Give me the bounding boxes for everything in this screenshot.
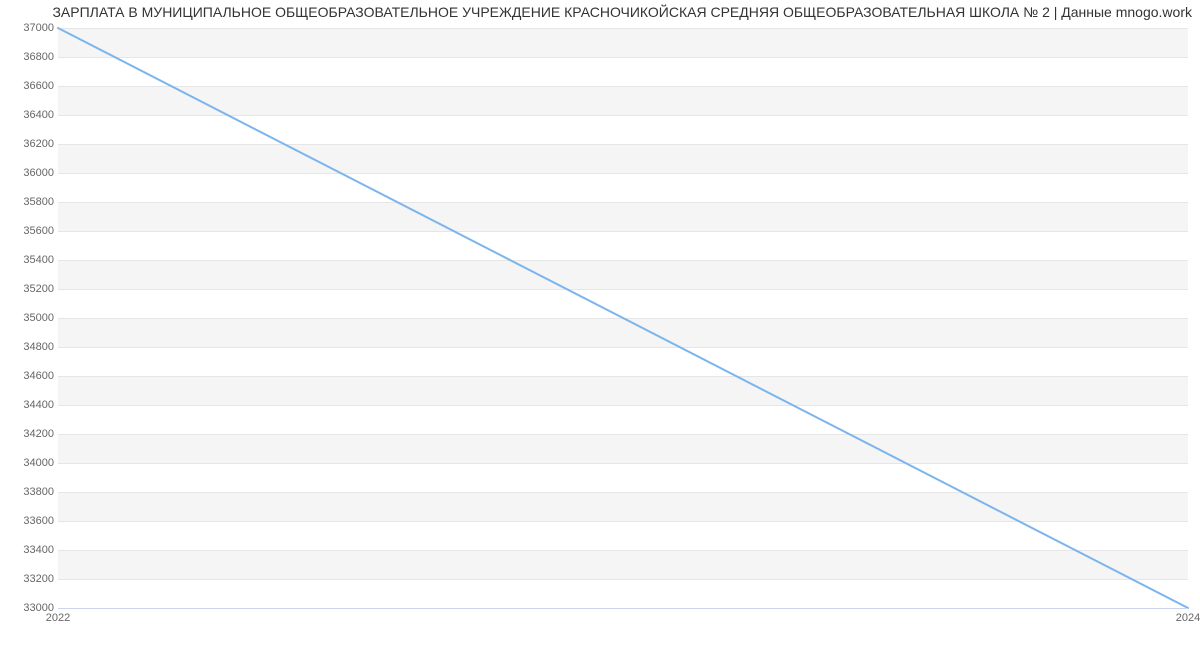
chart-title: ЗАРПЛАТА В МУНИЦИПАЛЬНОЕ ОБЩЕОБРАЗОВАТЕЛ… [0,4,1192,20]
y-tick-label: 35600 [4,225,54,237]
y-tick-label: 36000 [4,167,54,179]
y-tick-label: 33200 [4,573,54,585]
chart-container: ЗАРПЛАТА В МУНИЦИПАЛЬНОЕ ОБЩЕОБРАЗОВАТЕЛ… [0,0,1200,650]
y-tick-label: 34800 [4,341,54,353]
y-tick-label: 34400 [4,399,54,411]
y-tick-label: 36800 [4,51,54,63]
y-tick-label: 33800 [4,486,54,498]
line-series-layer [58,28,1188,608]
y-tick-label: 34600 [4,370,54,382]
x-tick-label: 2022 [46,612,70,624]
y-tick-label: 34200 [4,428,54,440]
y-tick-label: 35200 [4,283,54,295]
y-tick-label: 36200 [4,138,54,150]
y-tick-label: 35800 [4,196,54,208]
y-tick-label: 36400 [4,109,54,121]
plot-area [58,28,1188,608]
y-tick-label: 36600 [4,80,54,92]
y-tick-label: 33400 [4,544,54,556]
series-line [58,28,1188,608]
y-tick-label: 35400 [4,254,54,266]
y-tick-label: 35000 [4,312,54,324]
y-tick-label: 33600 [4,515,54,527]
x-axis-line [58,608,1188,609]
y-tick-label: 37000 [4,22,54,34]
y-tick-label: 34000 [4,457,54,469]
x-tick-label: 2024 [1176,612,1200,624]
